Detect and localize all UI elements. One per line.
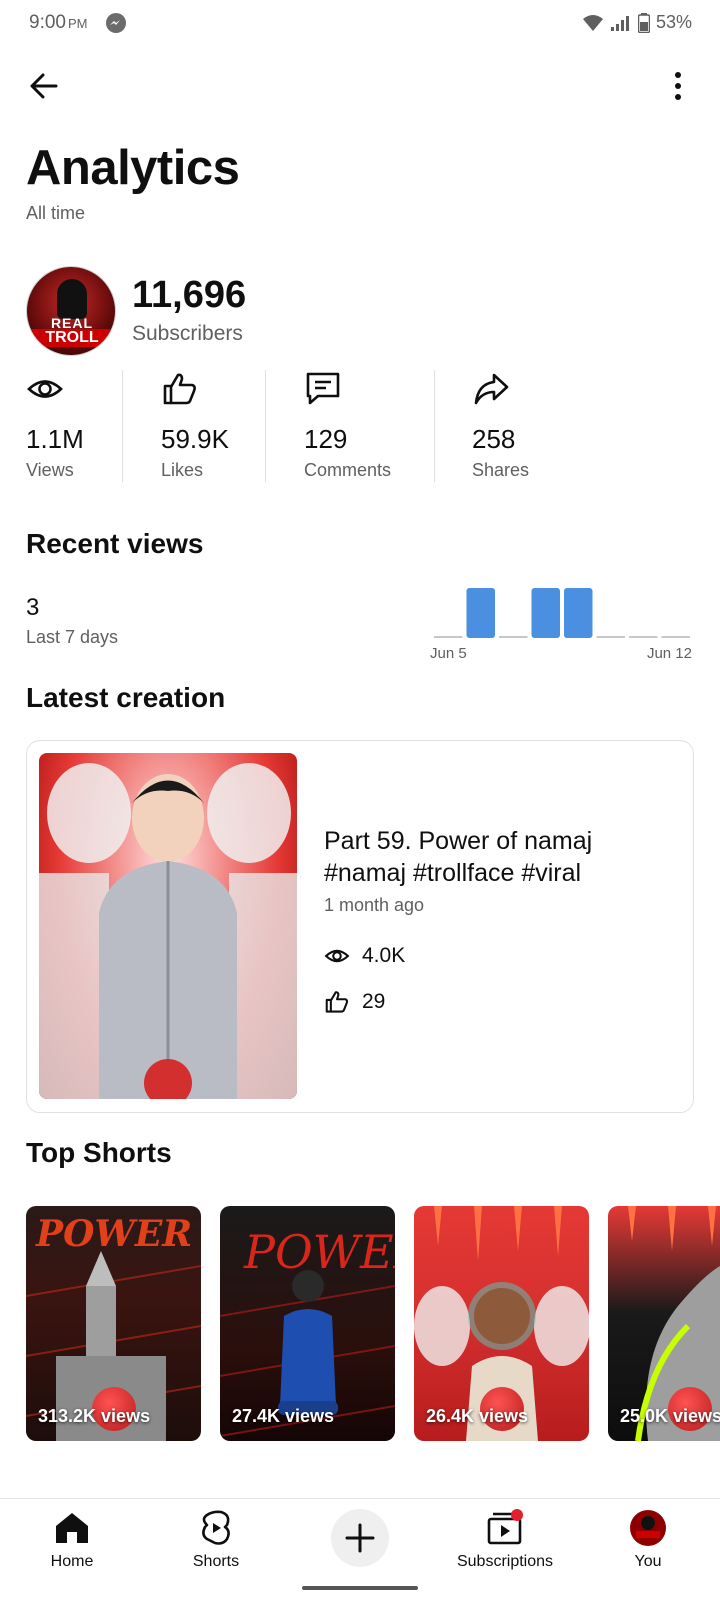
avatar bbox=[630, 1510, 666, 1546]
chart-bar bbox=[466, 588, 495, 638]
shorts-icon bbox=[202, 1510, 230, 1545]
chart-tick-label: Jun 12 bbox=[647, 645, 692, 662]
plus-icon bbox=[345, 1523, 375, 1553]
chart-bar-empty bbox=[629, 636, 658, 638]
messenger-icon bbox=[106, 13, 126, 33]
thumbs-up-icon bbox=[163, 373, 196, 405]
thumbnail-art bbox=[39, 763, 297, 1099]
battery-icon bbox=[637, 12, 650, 33]
latest-video-views-value: 4.0K bbox=[362, 944, 406, 967]
wifi-icon bbox=[582, 14, 603, 31]
page-subtitle: All time bbox=[26, 203, 86, 223]
comment-icon bbox=[306, 372, 340, 405]
chart-bar bbox=[564, 588, 593, 638]
latest-video-age: 1 month ago bbox=[324, 895, 425, 915]
short-views: 26.4K views bbox=[426, 1406, 529, 1426]
short-views: 25.0K views bbox=[620, 1406, 720, 1426]
bottom-nav: Home Shorts Subscriptions You bbox=[0, 1498, 720, 1600]
latest-video-likes-value: 29 bbox=[362, 990, 386, 1013]
latest-video-views: 4.0K bbox=[324, 943, 405, 969]
top-short-card[interactable]: 25.0K views bbox=[608, 1206, 720, 1441]
more-options-icon[interactable] bbox=[670, 70, 686, 104]
stat-divider bbox=[265, 370, 266, 482]
short-views: 313.2K views bbox=[38, 1406, 151, 1426]
share-icon bbox=[474, 373, 509, 405]
status-time: 9:00 PM bbox=[29, 12, 87, 34]
status-time-value: 9:00 bbox=[29, 12, 66, 33]
stat-likes-label: Likes bbox=[161, 460, 204, 480]
top-shorts-title: Top Shorts bbox=[26, 1137, 172, 1168]
nav-subscriptions-label: Subscriptions bbox=[456, 1553, 554, 1570]
short-views: 27.4K views bbox=[232, 1406, 335, 1426]
stat-shares-label: Shares bbox=[472, 460, 530, 480]
chart-bar-empty bbox=[596, 636, 625, 638]
subscriber-count: 11,696 bbox=[132, 274, 247, 316]
top-short-card[interactable]: POWER 27.4K views bbox=[220, 1206, 395, 1441]
stat-shares-value: 258 bbox=[472, 424, 516, 454]
page-title: Analytics bbox=[26, 141, 240, 195]
recent-views-period: Last 7 days bbox=[26, 627, 119, 647]
recent-views-title: Recent views bbox=[26, 528, 204, 559]
chart-bar bbox=[531, 588, 560, 638]
battery-percent: 53% bbox=[655, 12, 692, 32]
stats-row: 1.1M Views 59.9K Likes 129 Comments 258 … bbox=[0, 370, 720, 482]
recent-views-value: 3 bbox=[26, 594, 40, 621]
latest-creation-title: Latest creation bbox=[26, 682, 226, 713]
chart-bar-empty bbox=[499, 636, 528, 638]
stat-likes-value: 59.9K bbox=[161, 424, 229, 454]
nav-you-label: You bbox=[634, 1553, 662, 1570]
short-overlay-text: POWER bbox=[35, 1213, 192, 1255]
avatar-text-bottom: TROLL bbox=[27, 329, 115, 347]
latest-video-title[interactable]: Part 59. Power of namaj #namaj #trollfac… bbox=[324, 825, 674, 889]
nav-subscriptions[interactable]: Subscriptions bbox=[445, 1509, 565, 1571]
nav-shorts[interactable]: Shorts bbox=[156, 1509, 276, 1571]
stat-divider bbox=[434, 370, 435, 482]
channel-avatar[interactable]: REAL TROLL bbox=[26, 266, 116, 356]
stat-divider bbox=[122, 370, 123, 482]
status-bar: 9:00 PM 53% bbox=[0, 0, 720, 48]
latest-video-thumbnail[interactable] bbox=[39, 753, 297, 1099]
home-icon bbox=[56, 1513, 88, 1543]
nav-home[interactable]: Home bbox=[12, 1509, 132, 1571]
stat-views-label: Views bbox=[26, 460, 74, 480]
thumbs-up-icon bbox=[325, 991, 349, 1013]
notification-dot bbox=[511, 1509, 523, 1521]
signal-icon bbox=[610, 15, 629, 31]
status-right: 53% bbox=[582, 12, 692, 33]
short-overlay-text: POWER bbox=[243, 1225, 395, 1279]
stat-views-value: 1.1M bbox=[26, 424, 84, 454]
latest-video-likes: 29 bbox=[324, 989, 385, 1015]
subscriptions-icon bbox=[487, 1509, 523, 1545]
home-indicator bbox=[302, 1586, 418, 1590]
chart-tick-label: Jun 5 bbox=[430, 645, 467, 662]
latest-creation-card[interactable]: Part 59. Power of namaj #namaj #trollfac… bbox=[26, 740, 694, 1113]
stat-comments-value: 129 bbox=[304, 424, 348, 454]
eye-icon bbox=[324, 949, 350, 963]
chart-bar-empty bbox=[661, 636, 690, 638]
nav-shorts-label: Shorts bbox=[192, 1553, 240, 1570]
back-button[interactable] bbox=[26, 68, 62, 104]
nav-home-label: Home bbox=[50, 1553, 94, 1570]
avatar-figure bbox=[57, 279, 87, 319]
nav-you[interactable]: You bbox=[588, 1509, 708, 1571]
top-short-card[interactable]: 26.4K views bbox=[414, 1206, 589, 1441]
chart-bar-empty bbox=[434, 636, 463, 638]
recent-views-chart[interactable]: Jun 5 Jun 12 bbox=[430, 580, 694, 670]
top-short-card[interactable]: POWER 313.2K views bbox=[26, 1206, 201, 1441]
status-time-ampm: PM bbox=[67, 16, 88, 31]
stat-comments-label: Comments bbox=[304, 460, 392, 480]
eye-icon bbox=[27, 380, 63, 398]
create-button[interactable] bbox=[331, 1509, 389, 1567]
subscriber-label: Subscribers bbox=[132, 322, 243, 345]
